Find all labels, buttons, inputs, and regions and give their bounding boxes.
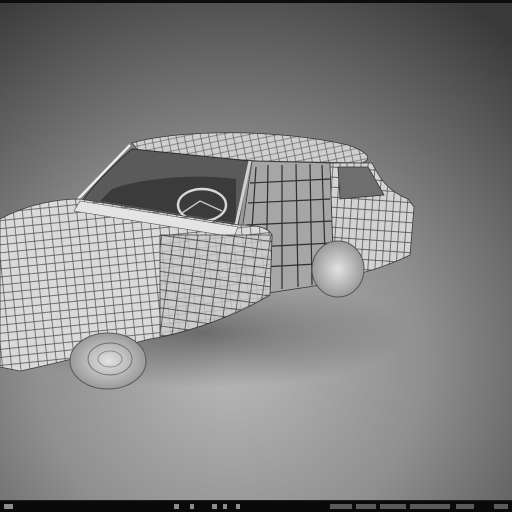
bottom-toolbar (0, 500, 512, 512)
front-tire (69, 332, 147, 390)
status-readout-3 (380, 504, 406, 509)
status-readout-5 (456, 504, 474, 509)
viewport-canvas[interactable] (0, 3, 512, 500)
status-readout-2 (356, 504, 376, 509)
rear-tire (311, 240, 365, 298)
status-readout-4 (410, 504, 450, 509)
left-tool-icon[interactable] (4, 504, 13, 509)
status-readout-6 (494, 504, 508, 509)
tool-icon-3[interactable] (212, 504, 217, 509)
tool-icon-2[interactable] (190, 504, 194, 509)
3d-viewport[interactable] (0, 3, 512, 500)
3d-modeling-app (0, 0, 512, 512)
tool-icon-5[interactable] (236, 504, 240, 509)
tool-icon-4[interactable] (223, 504, 227, 509)
tool-icon-1[interactable] (174, 504, 179, 509)
status-readout-1 (330, 504, 352, 509)
